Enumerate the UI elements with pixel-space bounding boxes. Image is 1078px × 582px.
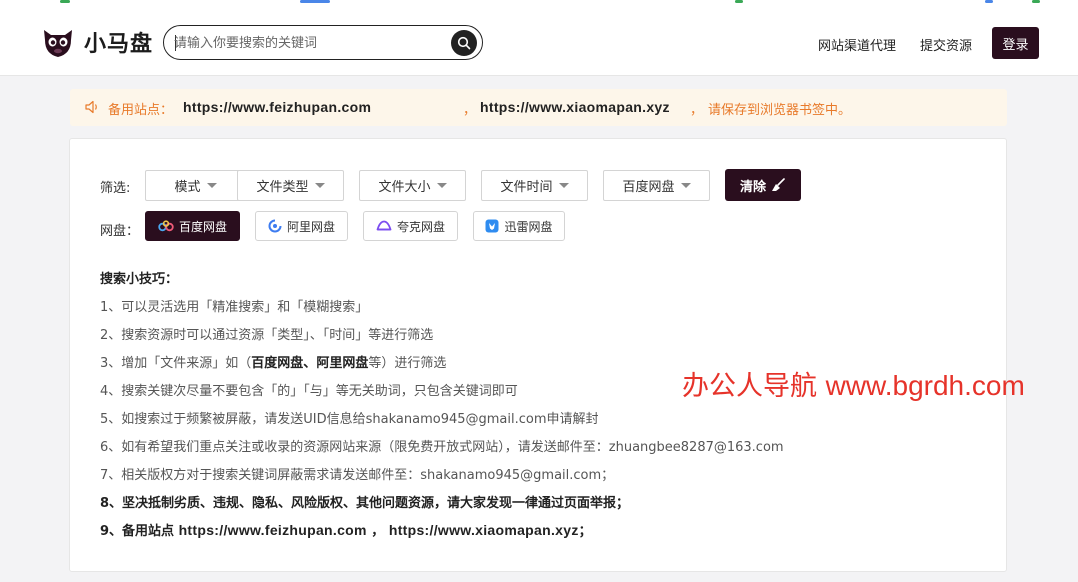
disk-xunlei-button[interactable]: 迅雷网盘 (473, 211, 565, 241)
speaker-icon (85, 100, 97, 114)
caret-down-icon (206, 183, 217, 188)
brand-name[interactable]: 小马盘 (84, 26, 153, 58)
filter-filesize-dropdown[interactable]: 文件大小 (359, 170, 466, 201)
tip-3-baidu: 百度网盘 (251, 356, 304, 371)
caret-down-icon (436, 183, 447, 188)
filter-mode-dropdown[interactable]: 模式 (145, 170, 246, 201)
backup-site-notice: 备用站点： https://www.feizhupan.com ， https:… (70, 89, 1007, 126)
tip-item-9: 9、备用站点 https://www.feizhupan.com ， https… (100, 520, 592, 539)
tip-9-end: ； (578, 524, 592, 539)
disk-aliyun-label: 阿里网盘 (286, 219, 335, 234)
watermark-en: www.bgrdh.com (825, 370, 1025, 401)
tip-3-aliyun: 阿里网盘 (316, 356, 369, 371)
disk-label: 网盘： (100, 224, 140, 239)
search-tips-title: 搜索小技巧： (100, 272, 179, 287)
tip-item-5: 5、如搜索过于频繁被屏蔽，请发送UID信息给shakanamo945@gmail… (100, 412, 599, 427)
baidu-disk-icon (158, 220, 174, 232)
notice-prefix: 备用站点： (108, 103, 174, 118)
filter-mode-label: 模式 (174, 180, 201, 195)
tip-item-3: 3、增加「文件来源」如（百度网盘、阿里网盘等）进行筛选 (100, 352, 446, 371)
tip-item-6: 6、如有希望我们重点关注或收录的资源网站来源（限免费开放式网站），请发送邮件至：… (100, 440, 784, 455)
nav-submit-link[interactable]: 提交资源 (920, 35, 972, 54)
watermark-cn: 办公人导航 (682, 371, 817, 402)
tip-9-sep: ， (366, 524, 389, 539)
disk-quark-button[interactable]: 夸克网盘 (363, 211, 458, 241)
broom-icon (772, 178, 785, 191)
backup-url-1[interactable]: https://www.feizhupan.com (183, 99, 371, 115)
filter-filetime-label: 文件时间 (500, 180, 553, 195)
tip-item-1: 1、可以灵活选用「精准搜索」和「模糊搜索」 (100, 300, 369, 315)
filter-disk-dropdown[interactable]: 百度网盘 (603, 170, 710, 201)
search-box[interactable] (163, 25, 483, 60)
notice-separator: ， (690, 103, 704, 118)
filter-filetype-dropdown[interactable]: 文件类型 (237, 170, 344, 201)
aliyun-disk-icon (268, 219, 282, 233)
tip-item-8: 8、坚决抵制劣质、违规、隐私、风险版权、其他问题资源，请大家发现一律通过页面举报… (100, 496, 630, 511)
tip-item-2: 2、搜索资源时可以通过资源「类型」、「时间」等进行筛选 (100, 328, 434, 343)
notice-separator: ， (463, 103, 477, 118)
tip-9-url-2[interactable]: https://www.xiaomapan.xyz (389, 522, 579, 538)
disk-baidu-button[interactable]: 百度网盘 (145, 211, 240, 241)
disk-baidu-label: 百度网盘 (178, 219, 227, 234)
filter-filetype-label: 文件类型 (256, 180, 309, 195)
disk-aliyun-button[interactable]: 阿里网盘 (255, 211, 348, 241)
xunlei-disk-icon (485, 219, 499, 233)
site-header: 小马盘 网站渠道代理 提交资源 登录 (0, 6, 1078, 76)
filter-label: 筛选: (100, 181, 131, 196)
quark-disk-icon (376, 220, 392, 231)
caret-down-icon (314, 183, 325, 188)
backup-url-2[interactable]: https://www.xiaomapan.xyz (480, 99, 670, 115)
notice-suffix: 请保存到浏览器书签中。 (708, 103, 852, 118)
tip-item-4: 4、搜索关键次尽量不要包含「的」「与」等无关助词，只包含关键词即可 (100, 384, 518, 399)
filter-filetime-dropdown[interactable]: 文件时间 (481, 170, 588, 201)
disk-xunlei-label: 迅雷网盘 (504, 219, 553, 234)
clear-filters-button[interactable]: 清除 (725, 169, 801, 201)
tip-9-text: 9、备用站点 (100, 524, 179, 539)
disk-quark-label: 夸克网盘 (396, 219, 445, 234)
caret-down-icon (680, 183, 691, 188)
search-panel: 筛选: 模式 文件类型 文件大小 文件时间 百度网盘 清除 网盘： 百度网盘 阿… (69, 138, 1007, 572)
clear-button-label: 清除 (739, 179, 766, 195)
tip-3-tail: 等）进行筛选 (368, 356, 447, 371)
tip-9-url-1[interactable]: https://www.feizhupan.com (179, 522, 367, 538)
login-button[interactable]: 登录 (992, 27, 1039, 59)
tip-item-7: 7、相关版权方对于搜索关键词屏蔽需求请发送邮件至：shakanamo945@gm… (100, 468, 615, 483)
watermark-text: 办公人导航 www.bgrdh.com (682, 364, 1025, 403)
filter-filesize-label: 文件大小 (378, 180, 431, 195)
caret-down-icon (558, 183, 569, 188)
search-icon (457, 36, 471, 50)
filter-disk-label: 百度网盘 (622, 180, 675, 195)
search-input[interactable] (174, 33, 444, 53)
horse-mascot-logo-icon[interactable] (40, 24, 76, 60)
search-button[interactable] (451, 30, 477, 56)
nav-agent-link[interactable]: 网站渠道代理 (818, 35, 896, 54)
tip-3-text: 3、增加「文件来源」如（ (100, 356, 252, 371)
tip-3-comma: 、 (303, 356, 317, 371)
